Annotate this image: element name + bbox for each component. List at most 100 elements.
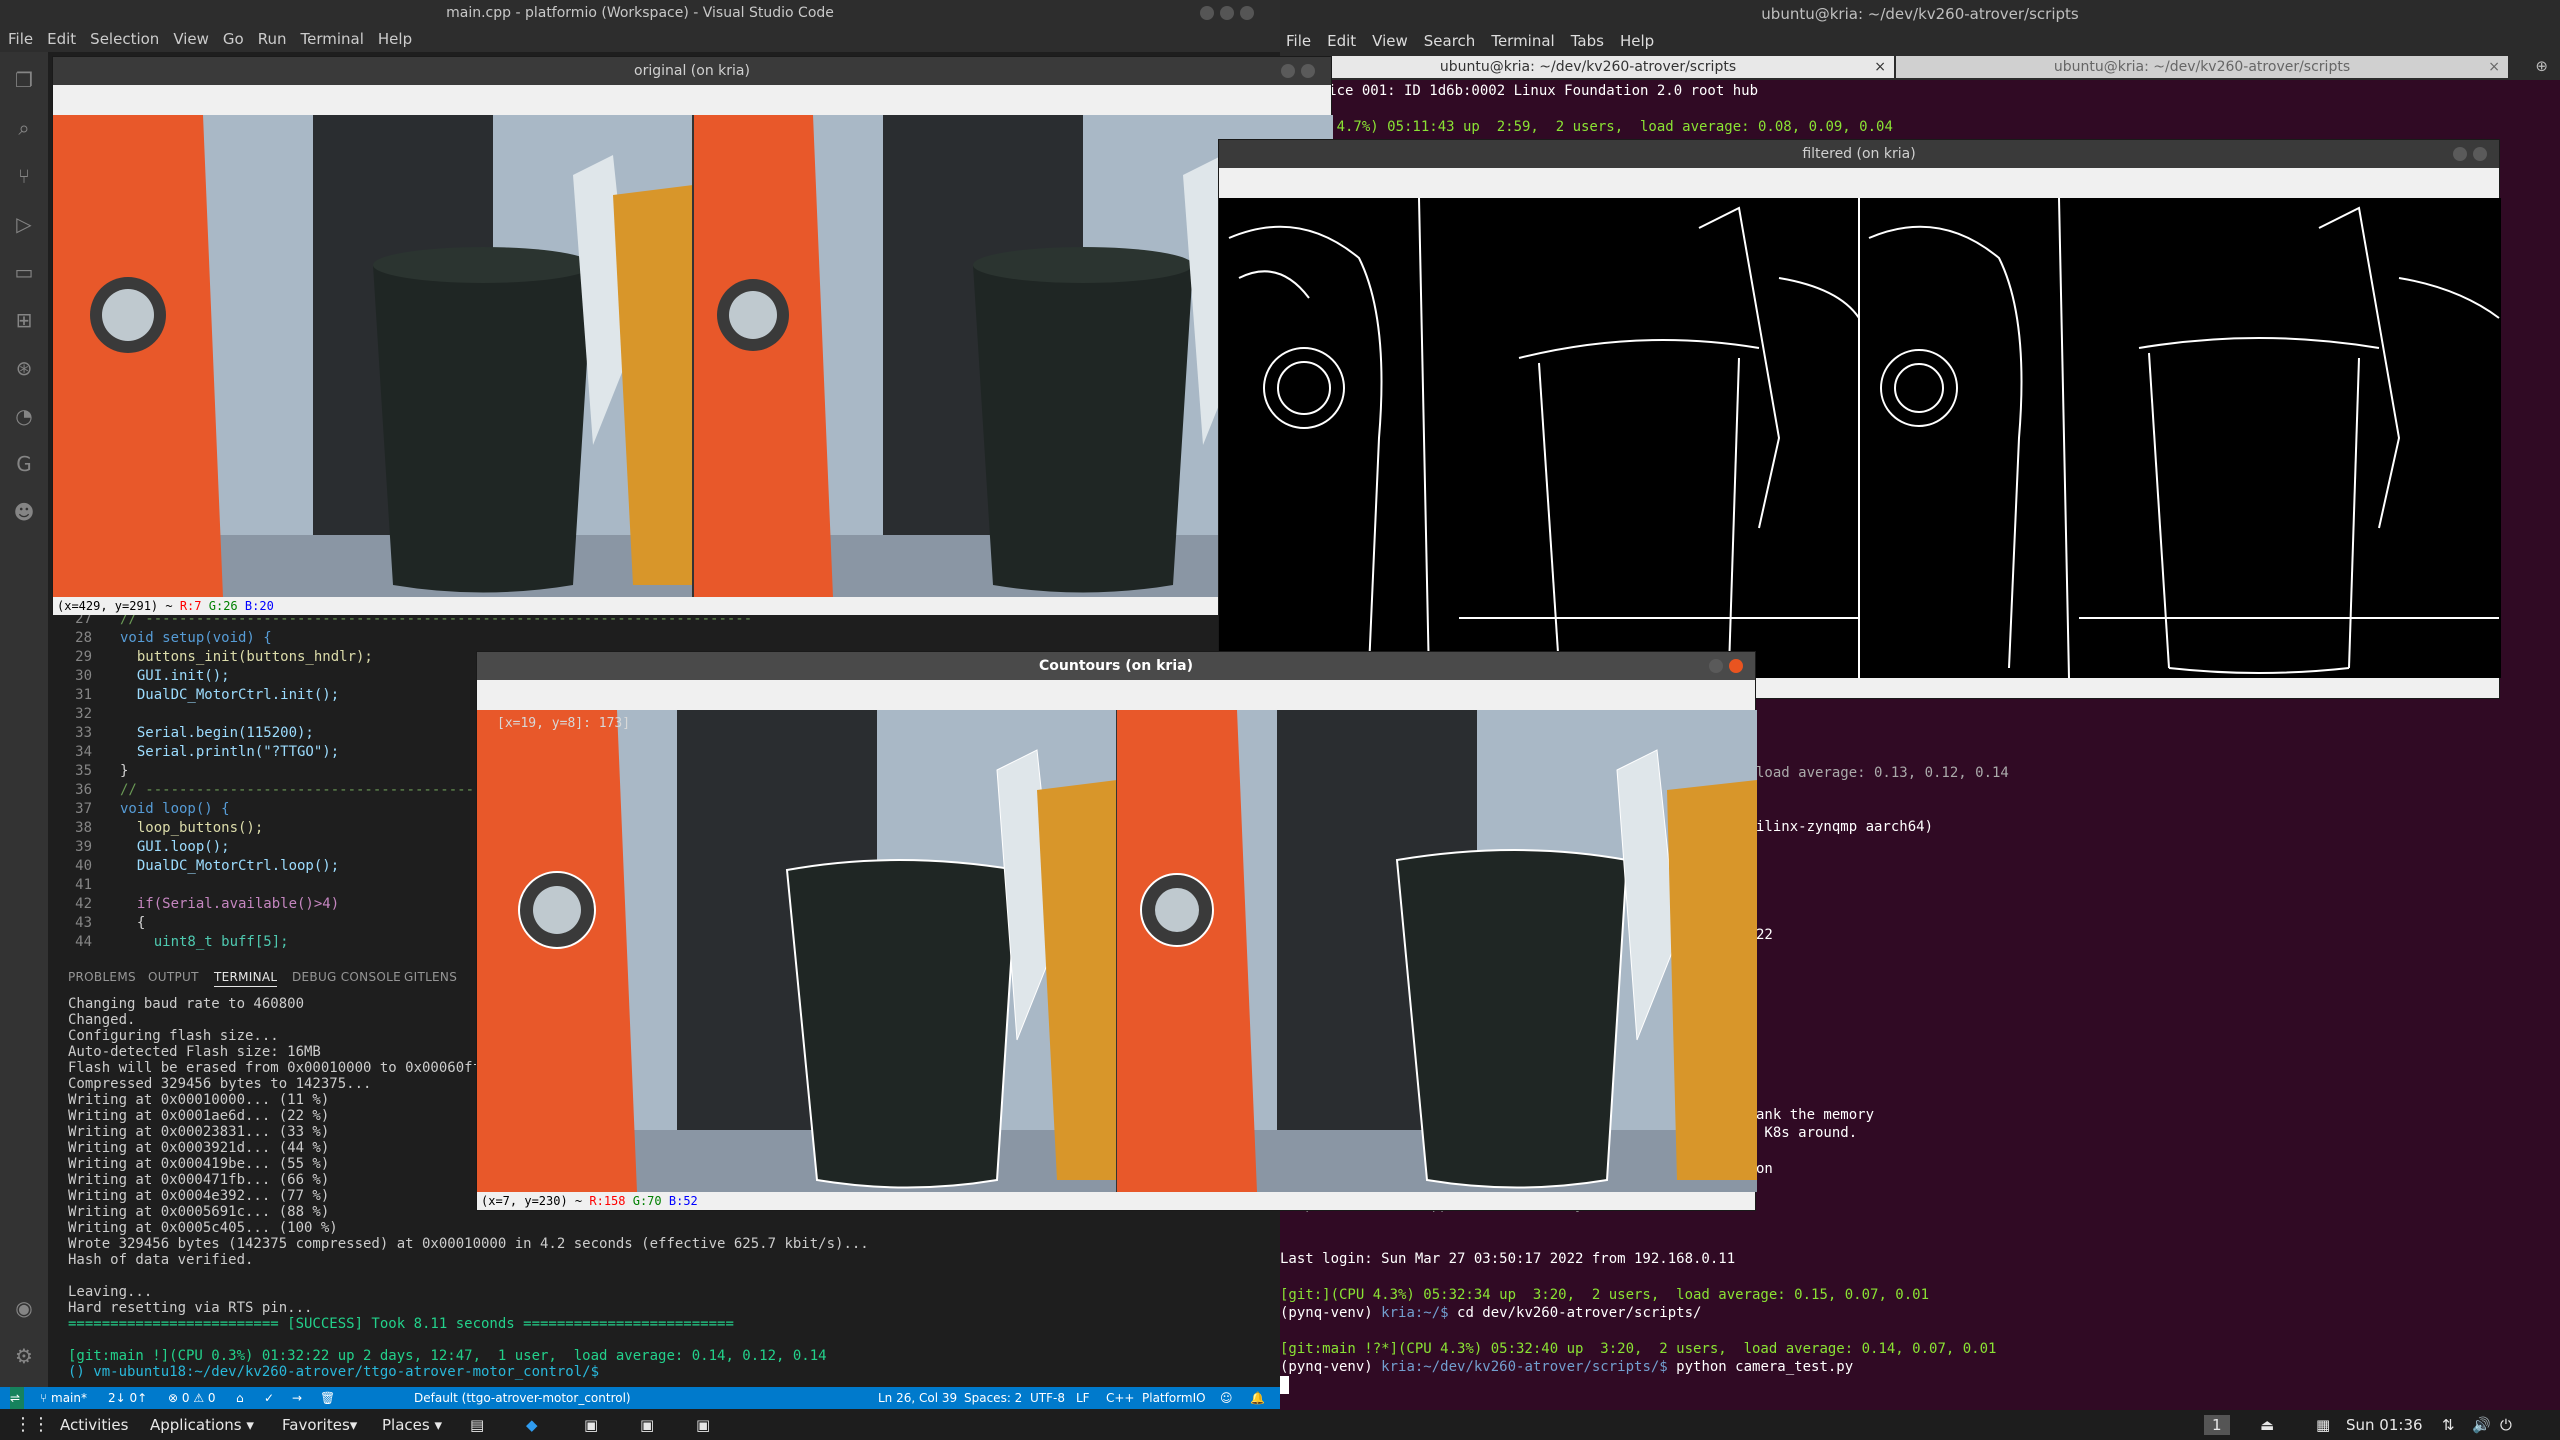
workspace-indicator[interactable]: 1 — [2204, 1415, 2230, 1435]
filtered-image-window[interactable]: filtered (on kria) — [1218, 139, 2501, 699]
window-title: original (on kria) — [53, 57, 1331, 85]
close-tab-icon[interactable]: × — [1874, 56, 1886, 78]
menu-help[interactable]: Help — [1620, 28, 1654, 54]
menu-tabs[interactable]: Tabs — [1571, 28, 1604, 54]
tab-terminal[interactable]: TERMINAL — [214, 970, 278, 987]
menu-view[interactable]: View — [1372, 28, 1408, 54]
env-indicator[interactable]: Default (ttgo-atrover-motor_control) — [414, 1387, 631, 1409]
branch-indicator[interactable]: ⑂ main* — [40, 1387, 87, 1409]
build-icon[interactable]: ✓ — [264, 1387, 274, 1409]
tab-problems[interactable]: PROBLEMS — [68, 970, 136, 984]
pixel-status-bar: (x=429, y=291) ~ R:7 G:26 B:20 — [53, 597, 1331, 615]
gitlens-icon[interactable]: ⊛ — [12, 356, 36, 380]
menu-file[interactable]: File — [8, 26, 33, 52]
upload-icon[interactable]: → — [292, 1387, 302, 1409]
remote-explorer-icon[interactable]: ▭ — [12, 260, 36, 284]
terminal-taskbar-icon[interactable]: ▤ — [470, 1410, 484, 1440]
line-number: 38 — [75, 820, 92, 836]
minimize-button[interactable] — [2453, 147, 2467, 161]
timeline-icon[interactable]: ◔ — [12, 404, 36, 428]
sync-indicator[interactable]: 2↓ 0↑ — [108, 1387, 147, 1409]
settings-gear-icon[interactable]: ⚙ — [12, 1344, 36, 1368]
vscode-taskbar-icon[interactable]: ◆ — [526, 1410, 538, 1440]
search-icon[interactable]: ⌕ — [12, 116, 36, 140]
gitgraph-icon[interactable]: G — [12, 452, 36, 476]
maximize-button[interactable] — [1220, 6, 1234, 20]
applications-menu[interactable]: Applications ▾ — [150, 1410, 254, 1440]
line-number: 41 — [75, 877, 92, 893]
network-icon[interactable]: ⇅ — [2442, 1410, 2455, 1440]
home-icon[interactable]: ⌂ — [236, 1387, 244, 1409]
remote-icon[interactable]: ⇌ — [10, 1387, 24, 1409]
terminal-line: Writing at 0x0005c405... (100 %) — [68, 1220, 338, 1236]
terminal-line: K8s around. — [1756, 1125, 1858, 1141]
app-grid-icon[interactable]: ⋮⋮ — [14, 1410, 50, 1440]
close-button[interactable] — [2473, 147, 2487, 161]
original-image-window[interactable]: original (on kria) (x=429, y=291) ~ R:7 … — [52, 56, 1333, 615]
line-number: 40 — [75, 858, 92, 874]
terminal-line: [git:](CPU 4.3%) 05:32:34 up 3:20, 2 use… — [1280, 1287, 1930, 1303]
encoding[interactable]: UTF-8 — [1030, 1387, 1065, 1409]
edge-detected-image — [1219, 198, 2501, 678]
pixel-green: G:70 — [632, 1194, 662, 1208]
line-ending[interactable]: LF — [1076, 1387, 1090, 1409]
account-icon[interactable]: ◉ — [12, 1296, 36, 1320]
menu-terminal[interactable]: Terminal — [1491, 28, 1554, 54]
activities-button[interactable]: Activities — [60, 1410, 128, 1440]
menu-search[interactable]: Search — [1424, 28, 1476, 54]
menu-run[interactable]: Run — [258, 26, 287, 52]
new-tab-icon[interactable]: ⊕ — [2535, 57, 2548, 75]
menu-selection[interactable]: Selection — [90, 26, 159, 52]
camera-image-original — [53, 115, 1333, 597]
close-tab-icon[interactable]: × — [2488, 56, 2500, 78]
close-button[interactable] — [1729, 659, 1743, 673]
command-text: cd dev/kv260-atrover/scripts/ — [1448, 1305, 1702, 1321]
indentation[interactable]: Spaces: 2 — [964, 1387, 1022, 1409]
terminal-tab-active[interactable]: ubuntu@kria: ~/dev/kv260-atrover/scripts… — [1282, 56, 1894, 78]
menu-view[interactable]: View — [173, 26, 209, 52]
desktop-panel: ⋮⋮ Activities Applications ▾ Favorites▾ … — [0, 1410, 2560, 1440]
menu-go[interactable]: Go — [223, 26, 244, 52]
explorer-icon[interactable]: ❐ — [12, 68, 36, 92]
terminal-line: Auto-detected Flash size: 16MB — [68, 1044, 321, 1060]
language-mode[interactable]: C++ — [1106, 1387, 1135, 1409]
feedback-icon[interactable]: ☺ — [1220, 1387, 1233, 1409]
tab-output[interactable]: OUTPUT — [148, 970, 199, 984]
eject-icon[interactable]: ⏏ — [2260, 1410, 2274, 1440]
terminal-line: Writing at 0x00010000... (11 %) — [68, 1092, 330, 1108]
pixel-red: R:7 — [179, 599, 202, 613]
trash-icon[interactable]: 🗑 — [320, 1387, 335, 1409]
problems-indicator[interactable]: ⊗ 0 ⚠ 0 — [168, 1387, 216, 1409]
tab-gitlens[interactable]: GITLENS — [404, 970, 457, 984]
power-icon[interactable]: ⏻ — [2500, 1410, 2512, 1440]
extensions-icon[interactable]: ⊞ — [12, 308, 36, 332]
close-button[interactable] — [1240, 6, 1254, 20]
close-button[interactable] — [1301, 64, 1315, 78]
cursor-position[interactable]: Ln 26, Col 39 — [878, 1387, 957, 1409]
minimize-button[interactable] — [1200, 6, 1214, 20]
clock[interactable]: Sun 01:36 — [2346, 1410, 2423, 1440]
platformio-icon[interactable]: ☻ — [12, 500, 36, 524]
venv-label: (pynq-venv) — [1280, 1305, 1382, 1321]
window-taskbar-icon[interactable]: ▣ — [584, 1410, 598, 1440]
places-menu[interactable]: Places ▾ — [382, 1410, 442, 1440]
minimize-button[interactable] — [1709, 659, 1723, 673]
menu-terminal[interactable]: Terminal — [301, 26, 364, 52]
notifications-icon[interactable]: 🔔 — [1250, 1387, 1265, 1409]
terminal-tab[interactable]: ubuntu@kria: ~/dev/kv260-atrover/scripts… — [1896, 56, 2508, 78]
menu-edit[interactable]: Edit — [47, 26, 76, 52]
menu-help[interactable]: Help — [378, 26, 412, 52]
menu-file[interactable]: File — [1286, 28, 1311, 54]
contours-image-window[interactable]: Countours (on kria) [x=19, y=8]: 173] (x… — [476, 651, 1757, 1211]
minimize-button[interactable] — [1281, 64, 1295, 78]
run-debug-icon[interactable]: ▷ — [12, 212, 36, 236]
menu-edit[interactable]: Edit — [1327, 28, 1356, 54]
platformio-status[interactable]: PlatformIO — [1142, 1387, 1206, 1409]
volume-icon[interactable]: 🔊 — [2472, 1410, 2491, 1440]
tab-debug-console[interactable]: DEBUG CONSOLE — [292, 970, 401, 984]
window-taskbar-icon[interactable]: ▣ — [696, 1410, 710, 1440]
source-control-icon[interactable]: ⑂ — [12, 164, 36, 188]
favorites-menu[interactable]: Favorites▾ — [282, 1410, 357, 1440]
grid-icon[interactable]: ▦ — [2316, 1410, 2330, 1440]
window-taskbar-icon[interactable]: ▣ — [640, 1410, 654, 1440]
